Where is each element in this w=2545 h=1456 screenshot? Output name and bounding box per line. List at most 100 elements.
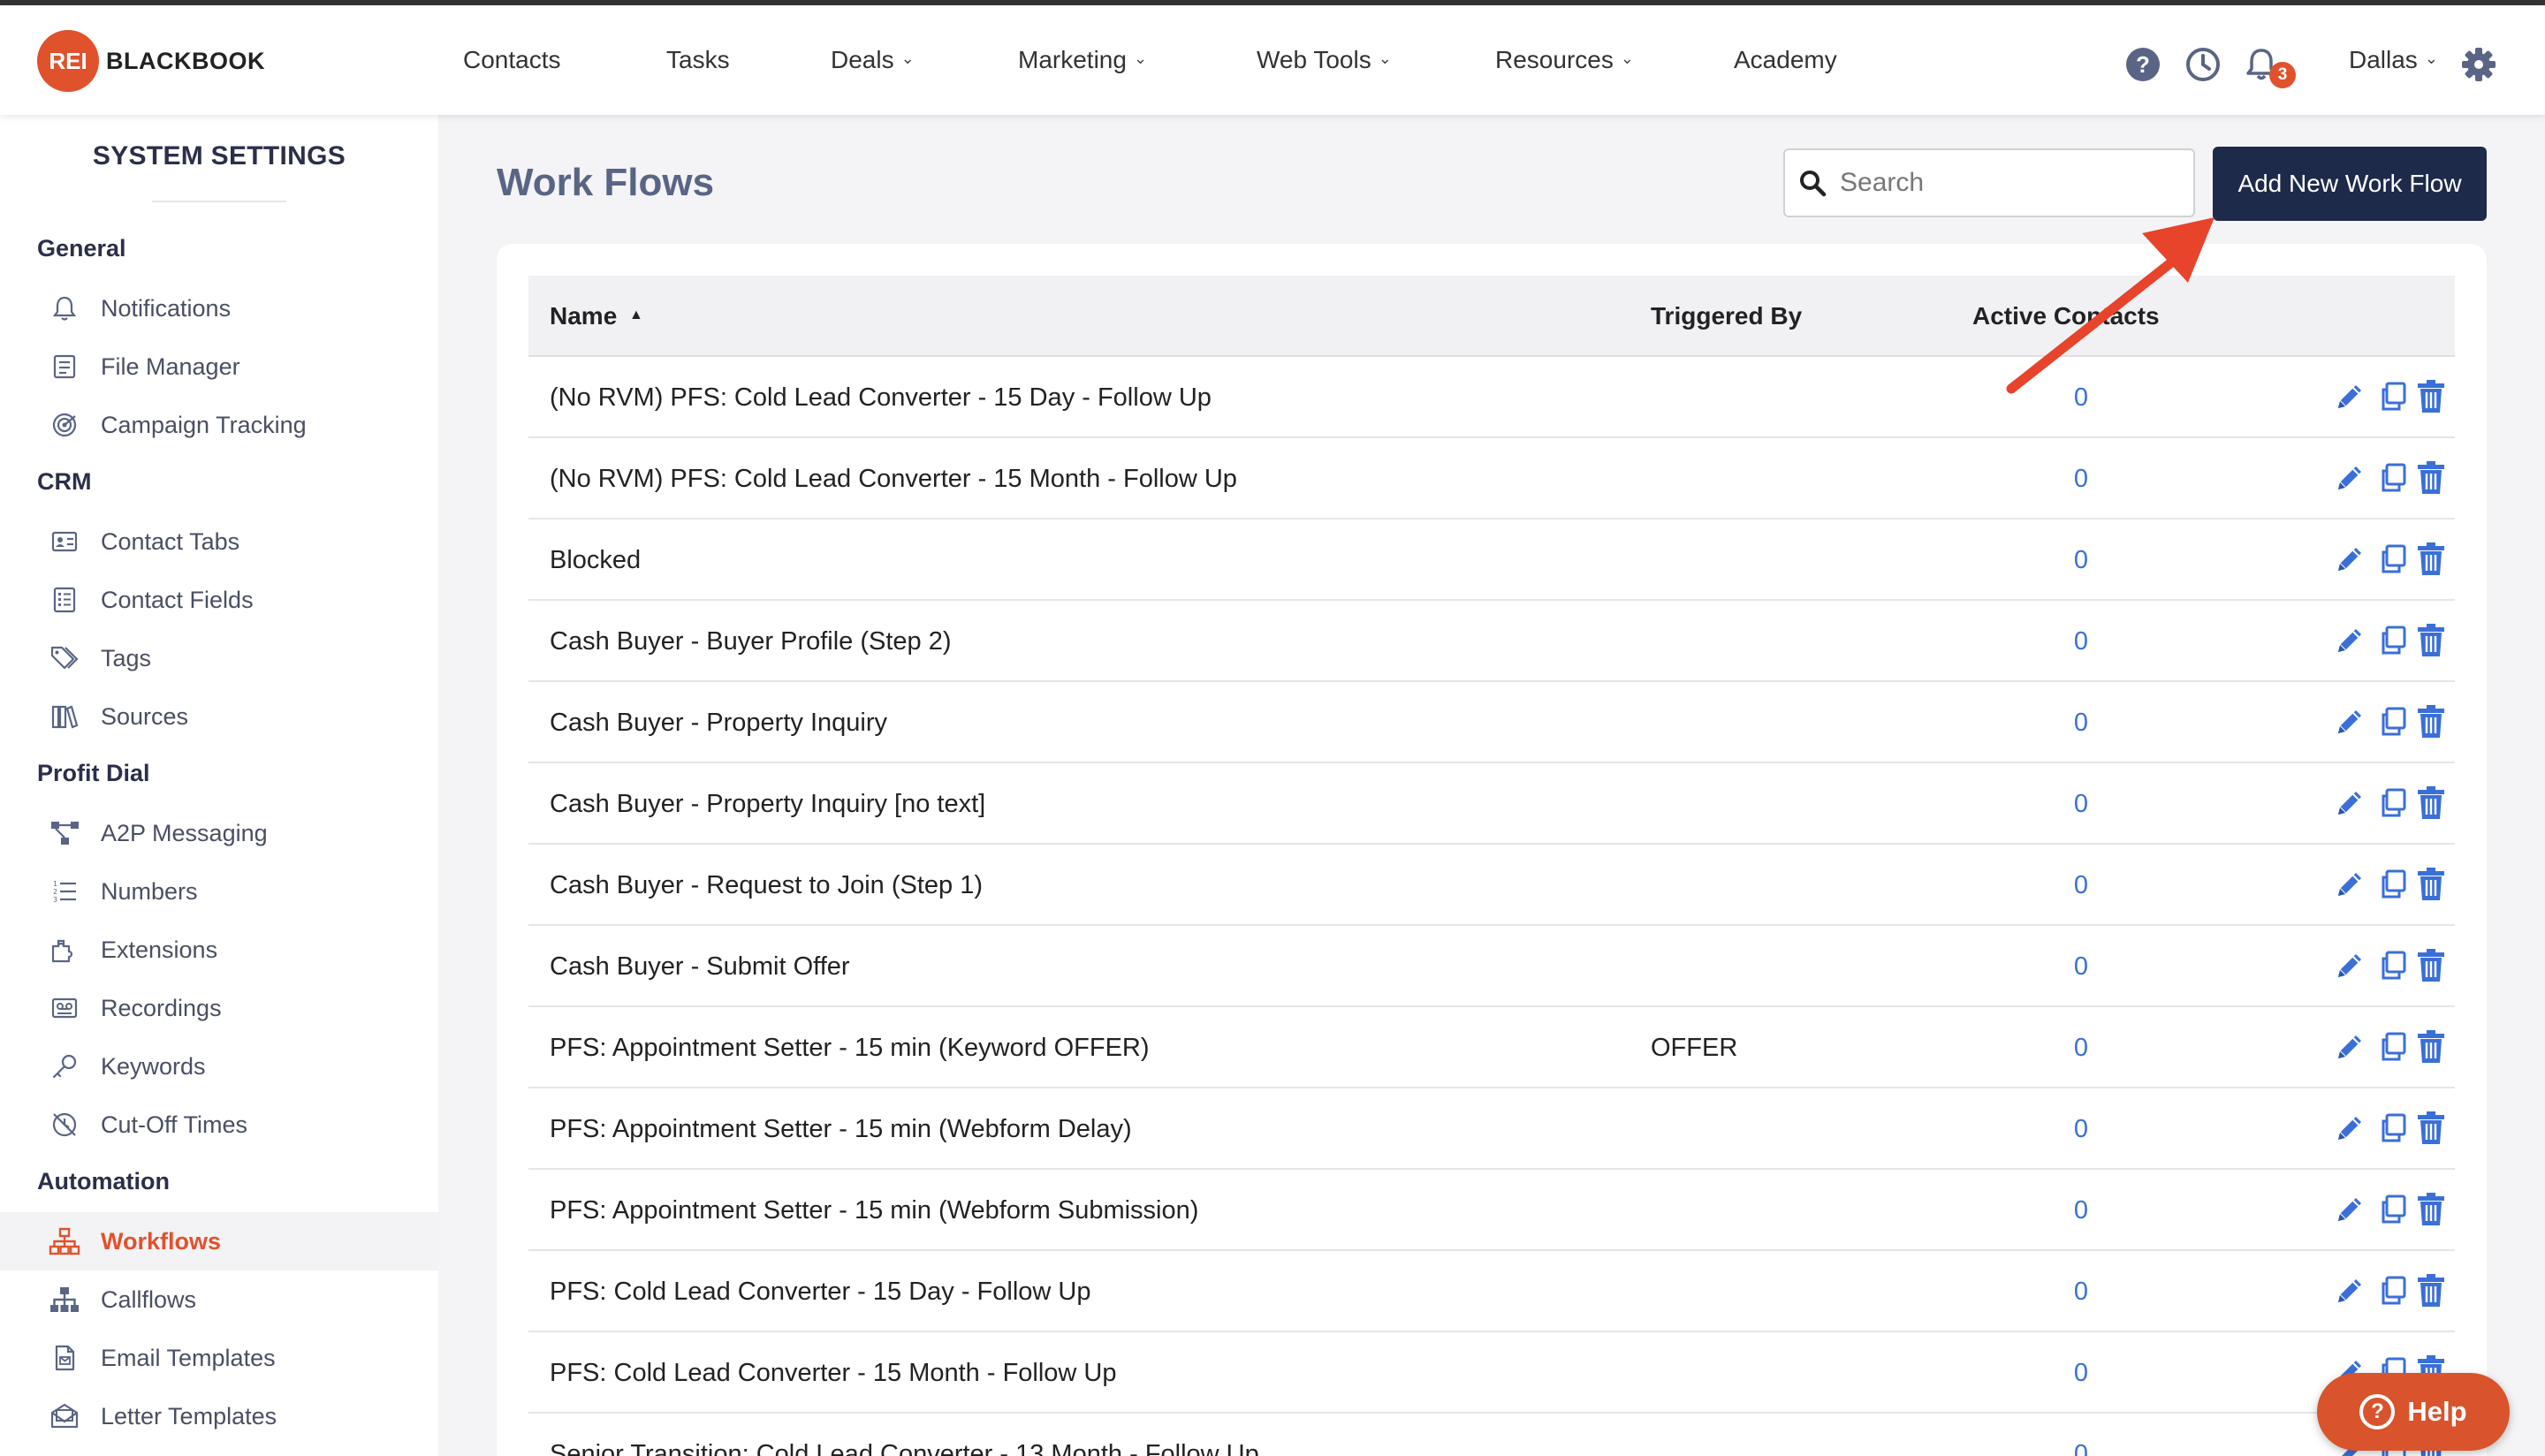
workflow-active-contacts-link[interactable]: 0: [2050, 1278, 2112, 1307]
workflow-name[interactable]: (No RVM) PFS: Cold Lead Converter - 15 M…: [550, 465, 1237, 494]
table-row[interactable]: Cash Buyer - Buyer Profile (Step 2) 0: [528, 601, 2455, 682]
table-row[interactable]: PFS: Cold Lead Converter - 15 Day - Foll…: [528, 1251, 2455, 1332]
workflow-name[interactable]: Cash Buyer - Buyer Profile (Step 2): [550, 627, 952, 656]
trash-icon[interactable]: [2412, 785, 2450, 822]
search-box[interactable]: [1783, 148, 2195, 217]
edit-pencil-icon[interactable]: [2331, 622, 2368, 659]
sidebar-item-email-templates[interactable]: Email Templates: [0, 1329, 438, 1387]
duplicate-icon[interactable]: [2375, 622, 2412, 659]
trash-icon[interactable]: [2412, 1028, 2450, 1065]
table-row[interactable]: Cash Buyer - Property Inquiry [no text] 0: [528, 763, 2455, 845]
trash-icon[interactable]: [2412, 703, 2450, 740]
duplicate-icon[interactable]: [2375, 459, 2412, 497]
workflow-active-contacts-link[interactable]: 0: [2050, 1115, 2112, 1144]
edit-pencil-icon[interactable]: [2331, 703, 2368, 740]
duplicate-icon[interactable]: [2375, 1191, 2412, 1228]
workflow-active-contacts-link[interactable]: 0: [2050, 1034, 2112, 1063]
nav-marketing[interactable]: Marketing ⌄: [1018, 46, 1147, 74]
gear-icon[interactable]: [2460, 46, 2497, 83]
workflow-name[interactable]: PFS: Cold Lead Converter - 15 Day - Foll…: [550, 1278, 1090, 1307]
trash-icon[interactable]: [2412, 622, 2450, 659]
edit-pencil-icon[interactable]: [2331, 459, 2368, 497]
edit-pencil-icon[interactable]: [2331, 947, 2368, 984]
workflow-active-contacts-link[interactable]: 0: [2050, 790, 2112, 819]
sidebar-item-numbers[interactable]: 123 Numbers: [0, 862, 438, 921]
workflow-active-contacts-link[interactable]: 0: [2050, 546, 2112, 575]
trash-icon[interactable]: [2412, 378, 2450, 415]
add-new-workflow-button[interactable]: Add New Work Flow: [2213, 147, 2487, 221]
help-circle-icon[interactable]: ?: [2124, 46, 2161, 83]
edit-pencil-icon[interactable]: [2331, 1191, 2368, 1228]
workflow-name[interactable]: (No RVM) PFS: Cold Lead Converter - 15 D…: [550, 383, 1212, 413]
duplicate-icon[interactable]: [2375, 703, 2412, 740]
edit-pencil-icon[interactable]: [2331, 866, 2368, 903]
workflow-name[interactable]: PFS: Appointment Setter - 15 min (Webfor…: [550, 1196, 1198, 1225]
duplicate-icon[interactable]: [2375, 1272, 2412, 1309]
nav-academy[interactable]: Academy: [1734, 46, 1837, 74]
trash-icon[interactable]: [2412, 1272, 2450, 1309]
column-header-triggered-by[interactable]: Triggered By: [1651, 302, 1802, 330]
edit-pencil-icon[interactable]: [2331, 378, 2368, 415]
sidebar-item-contact-tabs[interactable]: Contact Tabs: [0, 512, 438, 571]
table-row[interactable]: PFS: Appointment Setter - 15 min (Webfor…: [528, 1088, 2455, 1170]
sidebar-item-sources[interactable]: Sources: [0, 687, 438, 746]
sidebar-item-keywords[interactable]: Keywords: [0, 1037, 438, 1096]
search-input[interactable]: [1840, 168, 2176, 198]
nav-deals[interactable]: Deals ⌄: [831, 46, 915, 74]
workflow-active-contacts-link[interactable]: 0: [2050, 383, 2112, 413]
sidebar-item-letter-templates[interactable]: Letter Templates: [0, 1387, 438, 1445]
duplicate-icon[interactable]: [2375, 785, 2412, 822]
clock-history-icon[interactable]: [2184, 46, 2222, 83]
workflow-name[interactable]: Cash Buyer - Property Inquiry [no text]: [550, 790, 985, 819]
nav-tasks[interactable]: Tasks: [666, 46, 730, 74]
workflow-active-contacts-link[interactable]: 0: [2050, 465, 2112, 494]
duplicate-icon[interactable]: [2375, 541, 2412, 578]
workflow-name[interactable]: Senior Transition: Cold Lead Converter -…: [550, 1440, 1259, 1456]
workflow-active-contacts-link[interactable]: 0: [2050, 1196, 2112, 1225]
trash-icon[interactable]: [2412, 1191, 2450, 1228]
workflow-name[interactable]: Cash Buyer - Submit Offer: [550, 952, 850, 982]
trash-icon[interactable]: [2412, 866, 2450, 903]
workflow-name[interactable]: PFS: Appointment Setter - 15 min (Keywor…: [550, 1034, 1150, 1063]
edit-pencil-icon[interactable]: [2331, 1110, 2368, 1147]
table-row[interactable]: (No RVM) PFS: Cold Lead Converter - 15 M…: [528, 438, 2455, 519]
table-row[interactable]: PFS: Appointment Setter - 15 min (Webfor…: [528, 1170, 2455, 1251]
sidebar-item-a2p-messaging[interactable]: A2P Messaging: [0, 804, 438, 862]
sidebar-item-notifications[interactable]: Notifications: [0, 279, 438, 337]
sidebar-item-contact-fields[interactable]: Contact Fields: [0, 571, 438, 629]
duplicate-icon[interactable]: [2375, 1028, 2412, 1065]
trash-icon[interactable]: [2412, 1110, 2450, 1147]
workflow-active-contacts-link[interactable]: 0: [2050, 627, 2112, 656]
sidebar-item-extensions[interactable]: Extensions: [0, 921, 438, 979]
table-row[interactable]: Cash Buyer - Submit Offer 0: [528, 926, 2455, 1007]
sidebar-item-file-manager[interactable]: File Manager: [0, 337, 438, 396]
sidebar-item-recordings[interactable]: Recordings: [0, 979, 438, 1037]
workflow-name[interactable]: Blocked: [550, 546, 641, 575]
duplicate-icon[interactable]: [2375, 378, 2412, 415]
sidebar-item-callflows[interactable]: Callflows: [0, 1270, 438, 1329]
edit-pencil-icon[interactable]: [2331, 1272, 2368, 1309]
table-row[interactable]: (No RVM) PFS: Cold Lead Converter - 15 D…: [528, 357, 2455, 438]
nav-resources[interactable]: Resources ⌄: [1495, 46, 1634, 74]
workflow-name[interactable]: PFS: Appointment Setter - 15 min (Webfor…: [550, 1115, 1132, 1144]
edit-pencil-icon[interactable]: [2331, 1028, 2368, 1065]
edit-pencil-icon[interactable]: [2331, 785, 2368, 822]
table-row[interactable]: PFS: Appointment Setter - 15 min (Keywor…: [528, 1007, 2455, 1088]
workflow-active-contacts-link[interactable]: 0: [2050, 1440, 2112, 1456]
workflow-name[interactable]: Cash Buyer - Property Inquiry: [550, 709, 887, 738]
table-row[interactable]: PFS: Cold Lead Converter - 15 Month - Fo…: [528, 1332, 2455, 1414]
workflow-active-contacts-link[interactable]: 0: [2050, 952, 2112, 982]
workflow-name[interactable]: PFS: Cold Lead Converter - 15 Month - Fo…: [550, 1359, 1117, 1388]
workflow-name[interactable]: Cash Buyer - Request to Join (Step 1): [550, 871, 983, 900]
sidebar-item-campaign-tracking[interactable]: Campaign Tracking: [0, 396, 438, 454]
sidebar-item-workflows[interactable]: Workflows: [0, 1212, 438, 1270]
duplicate-icon[interactable]: [2375, 866, 2412, 903]
brand-logo[interactable]: REI BLACKBOOK: [37, 30, 265, 92]
workflow-active-contacts-link[interactable]: 0: [2050, 1359, 2112, 1388]
user-menu[interactable]: Dallas ⌄: [2349, 46, 2438, 74]
table-row[interactable]: Blocked 0: [528, 519, 2455, 601]
nav-contacts[interactable]: Contacts: [463, 46, 561, 74]
duplicate-icon[interactable]: [2375, 947, 2412, 984]
workflow-active-contacts-link[interactable]: 0: [2050, 709, 2112, 738]
trash-icon[interactable]: [2412, 459, 2450, 497]
